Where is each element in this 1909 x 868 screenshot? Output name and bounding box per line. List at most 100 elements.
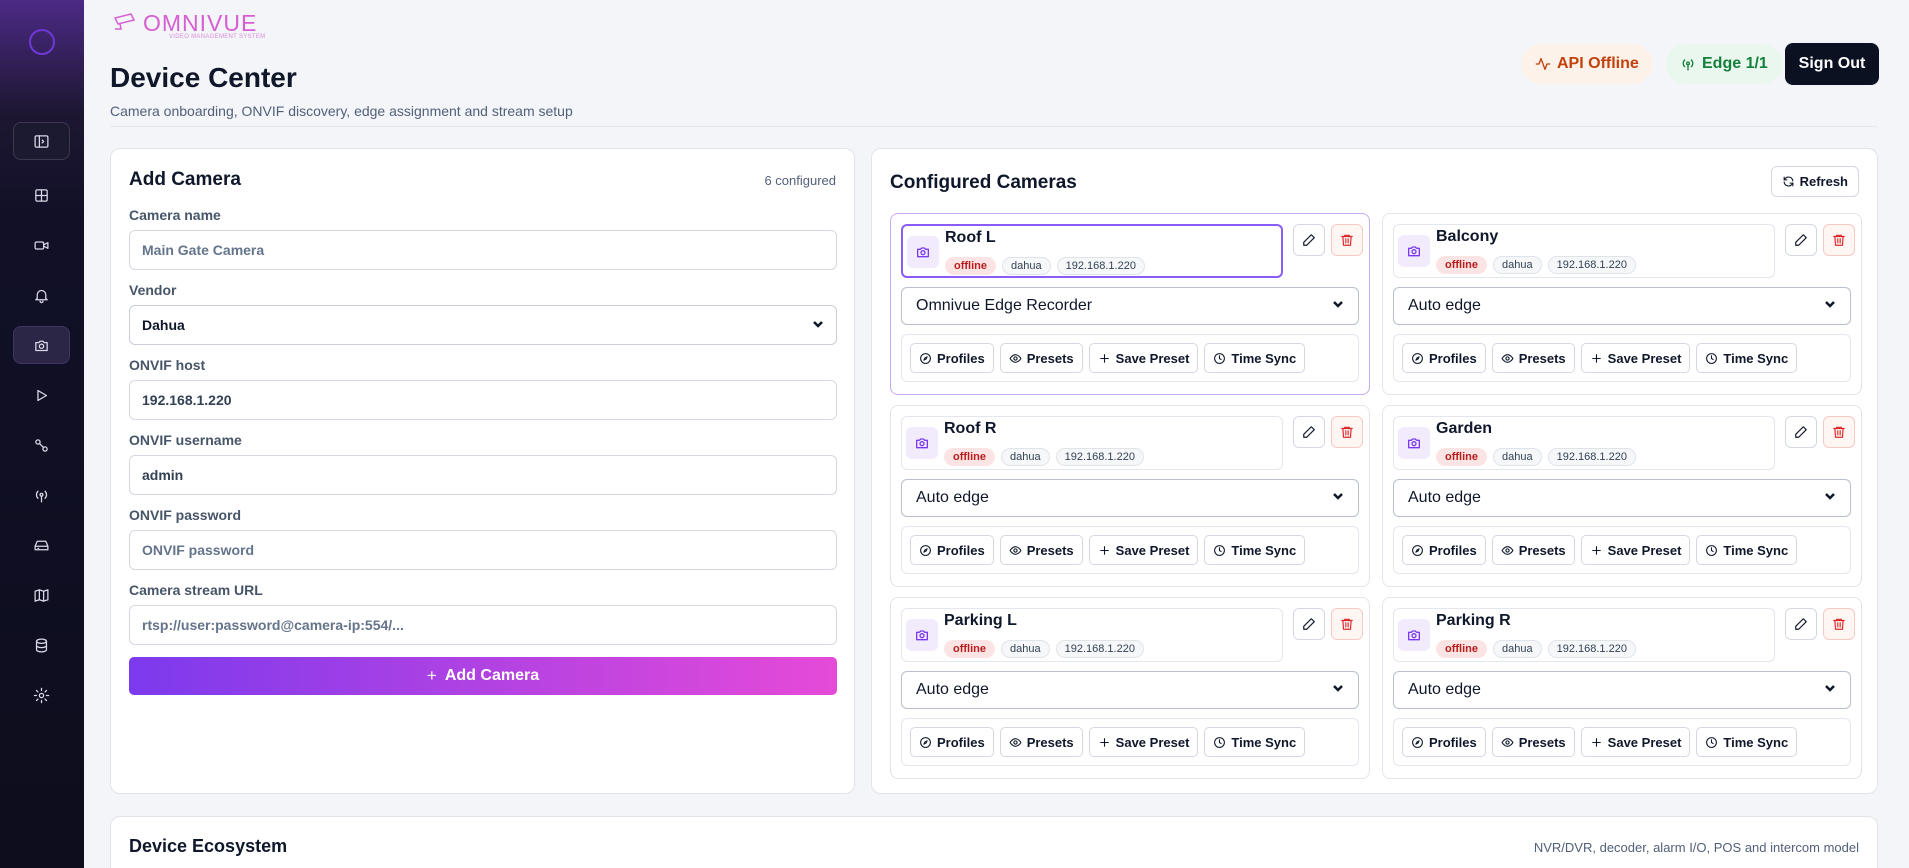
presets-button[interactable]: Presets xyxy=(999,343,1083,373)
edge-assignment-select[interactable]: Omnivue Edge Recorder xyxy=(901,287,1359,325)
camera-card-header[interactable]: Parking R offline dahua 192.168.1.220 xyxy=(1393,608,1775,662)
sidebar-item-playback[interactable] xyxy=(13,376,70,414)
camera-icon xyxy=(1398,427,1430,459)
edge-assignment-select[interactable]: Auto edge xyxy=(1393,287,1851,325)
chevron-down-icon xyxy=(1824,297,1836,315)
save-preset-button[interactable]: Save Preset xyxy=(1088,727,1199,757)
camera-name: Garden xyxy=(1436,420,1493,437)
camera-card-header[interactable]: Balcony offline dahua 192.168.1.220 xyxy=(1393,224,1775,278)
edit-camera-button[interactable] xyxy=(1293,608,1325,640)
time-sync-button[interactable]: Time Sync xyxy=(1696,727,1798,757)
camera-card-header[interactable]: Garden offline dahua 192.168.1.220 xyxy=(1393,416,1775,470)
time-sync-button[interactable]: Time Sync xyxy=(1204,727,1306,757)
delete-camera-button[interactable] xyxy=(1331,224,1363,256)
edge-assignment-select[interactable]: Auto edge xyxy=(901,479,1359,517)
camera-name: Roof L xyxy=(945,229,996,246)
antenna-icon xyxy=(35,490,48,503)
edit-camera-button[interactable] xyxy=(1785,224,1817,256)
refresh-button[interactable]: Refresh xyxy=(1770,166,1859,197)
camera-card[interactable]: Roof R offline dahua 192.168.1.220 Auto … xyxy=(890,405,1370,587)
camera-card[interactable]: Balcony offline dahua 192.168.1.220 Auto… xyxy=(1382,213,1862,395)
delete-camera-button[interactable] xyxy=(1331,416,1363,448)
profiles-button[interactable]: Profiles xyxy=(1402,343,1486,373)
edit-camera-button[interactable] xyxy=(1293,224,1325,256)
dashboard-grid-icon xyxy=(35,188,48,202)
camera-card-header[interactable]: Parking L offline dahua 192.168.1.220 xyxy=(901,608,1283,662)
delete-camera-button[interactable] xyxy=(1823,224,1855,256)
sidebar-item-devices[interactable] xyxy=(13,326,70,364)
sidebar-item-dashboard[interactable] xyxy=(13,176,70,214)
sidebar-item-maps[interactable] xyxy=(13,576,70,614)
camera-card-header[interactable]: Roof L offline dahua 192.168.1.220 xyxy=(901,224,1283,278)
chevron-down-icon xyxy=(812,317,824,333)
presets-button[interactable]: Presets xyxy=(999,535,1083,565)
save-preset-label: Save Preset xyxy=(1607,350,1682,366)
stream-url-label: Camera stream URL xyxy=(129,582,263,598)
sidebar-item-storage[interactable] xyxy=(13,526,70,564)
trash-icon xyxy=(1833,618,1845,630)
edge-assignment-select[interactable]: Auto edge xyxy=(1393,479,1851,517)
sidebar-item-settings[interactable] xyxy=(13,676,70,714)
save-preset-button[interactable]: Save Preset xyxy=(1580,535,1691,565)
save-preset-label: Save Preset xyxy=(1115,734,1190,750)
save-preset-button[interactable]: Save Preset xyxy=(1088,343,1199,373)
onvif-password-input[interactable] xyxy=(129,530,837,570)
presets-button[interactable]: Presets xyxy=(1491,343,1575,373)
sidebar-logo[interactable] xyxy=(29,29,55,55)
time-sync-button[interactable]: Time Sync xyxy=(1696,535,1798,565)
camera-card[interactable]: Parking R offline dahua 192.168.1.220 Au… xyxy=(1382,597,1862,779)
time-sync-button[interactable]: Time Sync xyxy=(1204,535,1306,565)
time-sync-button[interactable]: Time Sync xyxy=(1204,343,1306,373)
camera-name-input[interactable] xyxy=(129,230,837,270)
time-sync-button[interactable]: Time Sync xyxy=(1696,343,1798,373)
save-preset-button[interactable]: Save Preset xyxy=(1088,535,1199,565)
vendor-select[interactable]: Dahua xyxy=(129,305,837,345)
pencil-icon xyxy=(1303,426,1315,438)
onvif-username-input[interactable] xyxy=(129,455,837,495)
delete-camera-button[interactable] xyxy=(1331,608,1363,640)
sign-out-button[interactable]: Sign Out xyxy=(1785,43,1879,85)
play-icon xyxy=(37,389,48,401)
sidebar-item-alerts[interactable] xyxy=(13,276,70,314)
sidebar-item-live-view[interactable] xyxy=(13,226,70,264)
activity-icon xyxy=(1535,58,1551,70)
sidebar-item-database[interactable] xyxy=(13,626,70,664)
delete-camera-button[interactable] xyxy=(1823,608,1855,640)
edit-camera-button[interactable] xyxy=(1785,608,1817,640)
presets-button[interactable]: Presets xyxy=(999,727,1083,757)
sidebar-item-workflows[interactable] xyxy=(13,426,70,464)
onvif-host-input[interactable] xyxy=(129,380,837,420)
edit-camera-button[interactable] xyxy=(1293,416,1325,448)
plus-icon xyxy=(1591,353,1601,363)
edge-assignment-select[interactable]: Auto edge xyxy=(1393,671,1851,709)
profiles-button[interactable]: Profiles xyxy=(1402,727,1486,757)
cctv-camera-icon xyxy=(113,13,136,30)
save-preset-button[interactable]: Save Preset xyxy=(1580,727,1691,757)
save-preset-button[interactable]: Save Preset xyxy=(1580,343,1691,373)
eye-icon xyxy=(1501,353,1514,363)
profiles-button[interactable]: Profiles xyxy=(910,343,994,373)
add-camera-button[interactable]: + Add Camera xyxy=(129,657,837,695)
camera-actions: Profiles Presets Save Preset Time Sync xyxy=(901,334,1359,382)
profiles-label: Profiles xyxy=(937,350,985,366)
sidebar-toggle-button[interactable] xyxy=(13,122,70,160)
refresh-icon xyxy=(1783,176,1793,187)
camera-card[interactable]: Roof L offline dahua 192.168.1.220 Omniv… xyxy=(890,213,1370,395)
sidebar-item-edges[interactable] xyxy=(13,476,70,514)
profiles-button[interactable]: Profiles xyxy=(910,535,994,565)
profiles-button[interactable]: Profiles xyxy=(1402,535,1486,565)
camera-icon xyxy=(1398,235,1430,267)
edge-assignment-select[interactable]: Auto edge xyxy=(901,671,1359,709)
camera-card[interactable]: Garden offline dahua 192.168.1.220 Auto … xyxy=(1382,405,1862,587)
presets-button[interactable]: Presets xyxy=(1491,727,1575,757)
presets-label: Presets xyxy=(1518,542,1566,558)
stream-url-input[interactable] xyxy=(129,605,837,645)
profiles-button[interactable]: Profiles xyxy=(910,727,994,757)
camera-card-header[interactable]: Roof R offline dahua 192.168.1.220 xyxy=(901,416,1283,470)
camera-card[interactable]: Parking L offline dahua 192.168.1.220 Au… xyxy=(890,597,1370,779)
edit-camera-button[interactable] xyxy=(1785,416,1817,448)
ip-badge: 192.168.1.220 xyxy=(1055,640,1144,658)
delete-camera-button[interactable] xyxy=(1823,416,1855,448)
presets-button[interactable]: Presets xyxy=(1491,535,1575,565)
compass-icon xyxy=(1412,352,1423,364)
